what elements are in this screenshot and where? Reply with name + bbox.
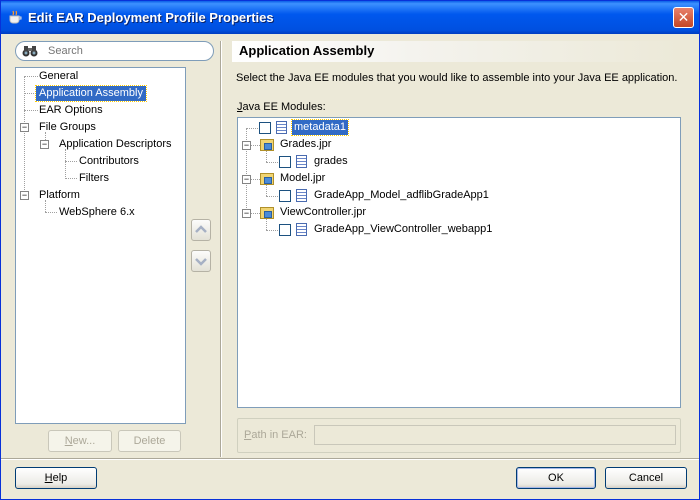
new-mnemonic: N: [64, 435, 73, 447]
project-viewcontroller[interactable]: ViewController.jpr: [278, 205, 368, 220]
module-model-adflib[interactable]: GradeApp_Model_adflibGradeApp1: [312, 188, 491, 203]
nav-item-application-descriptors[interactable]: Application Descriptors: [56, 137, 175, 152]
nav-item-application-assembly[interactable]: Application Assembly: [35, 85, 147, 102]
modules-tree: metadata1 − Grades.jpr grades − Model.jp…: [237, 117, 681, 408]
collapse-viewcontroller-toggle[interactable]: −: [242, 209, 251, 218]
nav-item-platform[interactable]: Platform: [36, 188, 83, 203]
close-button[interactable]: ✕: [673, 7, 694, 28]
document-icon: [296, 189, 307, 202]
binoculars-icon: [22, 46, 38, 57]
modules-label-text: ava EE Modules:: [242, 101, 326, 113]
module-metadata1[interactable]: metadata1: [291, 119, 349, 136]
module-viewcontroller-webapp[interactable]: GradeApp_ViewController_webapp1: [312, 222, 494, 237]
grades-checkbox[interactable]: [279, 156, 291, 168]
nav-item-general[interactable]: General: [36, 69, 81, 84]
document-icon: [296, 223, 307, 236]
coffee-cup-icon: [9, 10, 22, 24]
nav-item-filters[interactable]: Filters: [76, 171, 112, 186]
window-title: Edit EAR Deployment Profile Properties: [28, 10, 274, 25]
path-in-ear-label: Path in EAR:: [244, 429, 307, 441]
chevron-up-icon: [195, 225, 207, 233]
panel-splitter[interactable]: [220, 41, 222, 457]
model-module-checkbox[interactable]: [279, 190, 291, 202]
help-label: elp: [52, 472, 68, 484]
move-up-button[interactable]: [191, 219, 211, 241]
collapse-grades-toggle[interactable]: −: [242, 141, 251, 150]
cancel-button[interactable]: Cancel: [605, 467, 687, 489]
project-grades[interactable]: Grades.jpr: [278, 137, 333, 152]
project-model[interactable]: Model.jpr: [278, 171, 327, 186]
page-title: Application Assembly: [239, 43, 375, 58]
dialog-window: Edit EAR Deployment Profile Properties ✕…: [0, 0, 700, 500]
delete-button[interactable]: Delete: [118, 430, 181, 452]
help-button[interactable]: Help: [15, 467, 97, 489]
path-in-ear-group: Path in EAR:: [237, 418, 681, 453]
path-in-ear-field[interactable]: [314, 425, 676, 445]
collapse-model-toggle[interactable]: −: [242, 175, 251, 184]
ok-button[interactable]: OK: [516, 467, 596, 489]
footer-divider: [1, 458, 699, 460]
collapse-platform-toggle[interactable]: −: [20, 191, 29, 200]
nav-item-ear-options[interactable]: EAR Options: [36, 103, 106, 118]
module-grades[interactable]: grades: [312, 154, 350, 169]
collapse-application-descriptors-toggle[interactable]: −: [40, 140, 49, 149]
document-icon: [296, 155, 307, 168]
path-in-ear-label-text: ath in EAR:: [251, 429, 307, 441]
project-folder-icon: [260, 173, 274, 185]
chevron-down-icon: [195, 258, 207, 266]
project-folder-icon: [260, 207, 274, 219]
new-label: ew...: [72, 435, 96, 447]
modules-label: Java EE Modules:: [237, 101, 326, 113]
document-icon: [276, 121, 287, 134]
nav-item-file-groups[interactable]: File Groups: [36, 120, 99, 135]
metadata1-checkbox[interactable]: [259, 122, 271, 134]
navigation-tree: General Application Assembly EAR Options…: [15, 67, 186, 424]
panel-header: Application Assembly: [232, 41, 681, 62]
close-icon: ✕: [677, 9, 690, 25]
help-mnemonic: H: [44, 472, 53, 484]
title-bar[interactable]: Edit EAR Deployment Profile Properties ✕: [1, 1, 699, 34]
nav-item-websphere[interactable]: WebSphere 6.x: [56, 205, 138, 220]
search-box[interactable]: [15, 41, 214, 61]
nav-item-contributors[interactable]: Contributors: [76, 154, 142, 169]
project-folder-icon: [260, 139, 274, 151]
move-down-button[interactable]: [191, 250, 211, 272]
new-button[interactable]: New...: [48, 430, 112, 452]
collapse-file-groups-toggle[interactable]: −: [20, 123, 29, 132]
viewcontroller-module-checkbox[interactable]: [279, 224, 291, 236]
panel-description: Select the Java EE modules that you woul…: [236, 72, 678, 84]
search-input[interactable]: [48, 44, 198, 58]
